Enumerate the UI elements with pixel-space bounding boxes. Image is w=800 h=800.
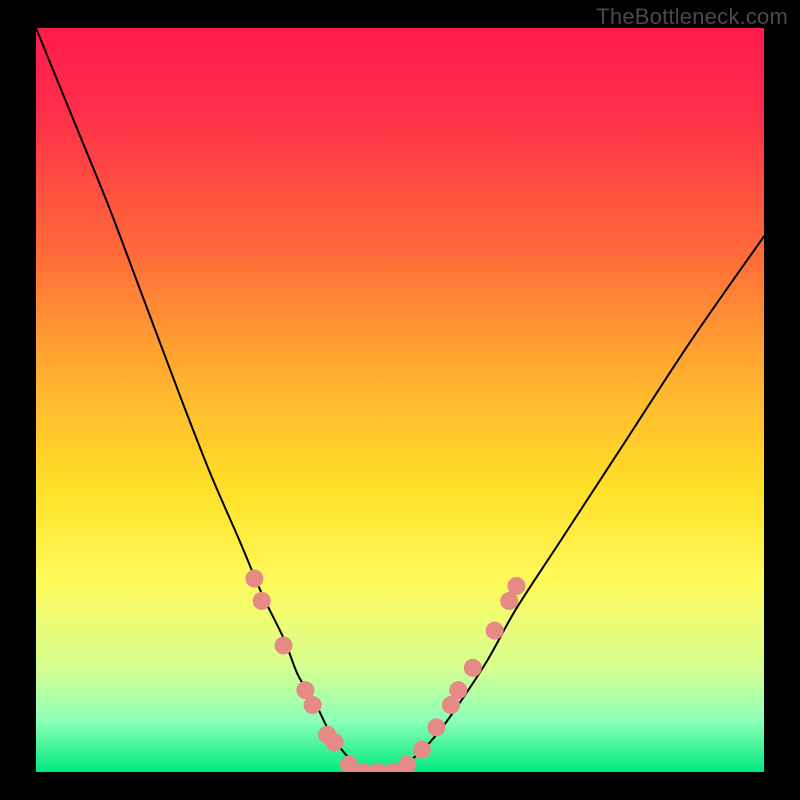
curve-marker — [325, 733, 343, 751]
chart-frame: TheBottleneck.com — [0, 0, 800, 800]
curve-marker — [275, 637, 293, 655]
curve-marker — [304, 696, 322, 714]
watermark-label: TheBottleneck.com — [596, 4, 788, 30]
curve-marker — [507, 577, 525, 595]
curve-marker — [245, 570, 263, 588]
plot-area — [36, 28, 764, 772]
curve-marker — [449, 681, 467, 699]
curve-marker — [486, 622, 504, 640]
curve-marker — [464, 659, 482, 677]
curve-marker — [253, 592, 271, 610]
curve-marker — [413, 741, 431, 759]
plot-svg — [36, 28, 764, 772]
curve-marker — [427, 718, 445, 736]
gradient-background — [36, 28, 764, 772]
